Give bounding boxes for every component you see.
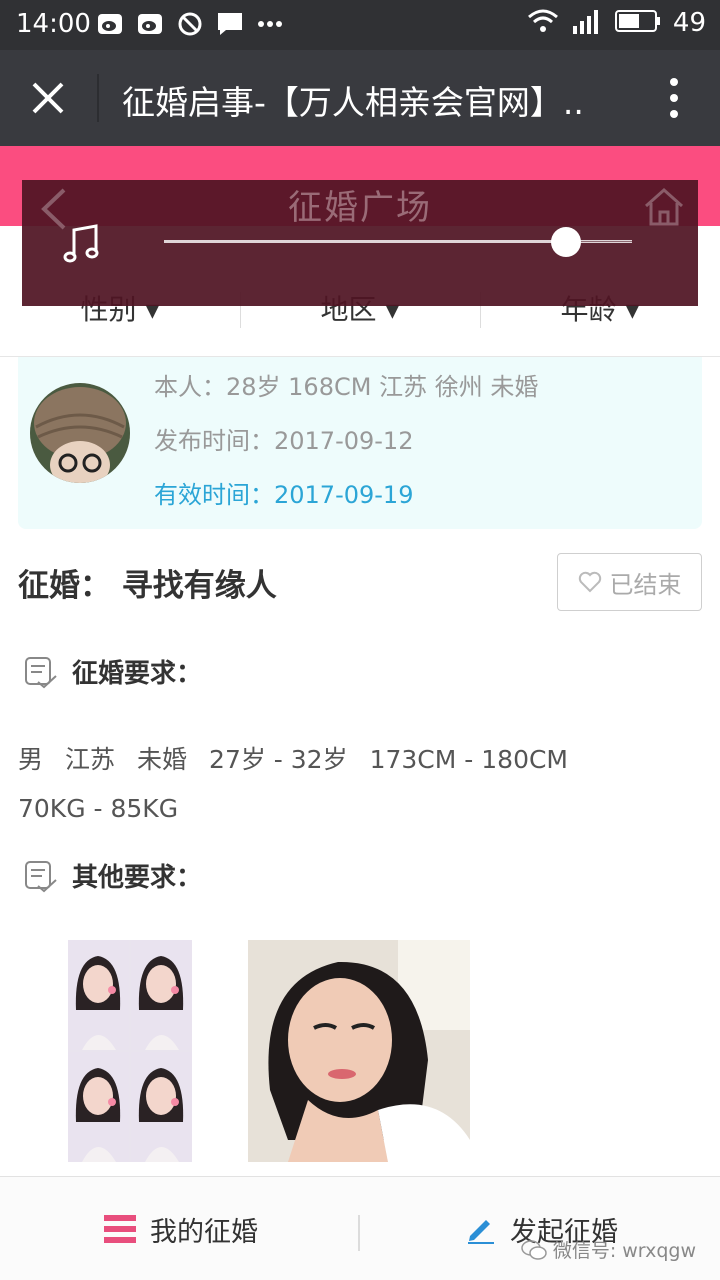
req-marital: 未婚 <box>137 745 188 774</box>
wechat-watermark: 微信号: wrxqgw <box>521 1236 696 1263</box>
document-check-icon <box>25 861 57 893</box>
audio-progress-knob[interactable] <box>551 227 582 257</box>
req-weight: 70KG - 85KG <box>18 794 179 823</box>
weibo-icon <box>136 10 164 38</box>
battery-level: 49 <box>672 8 706 38</box>
header-title: 征婚广场 <box>288 188 432 228</box>
music-player-overlay: 征婚广场 <box>22 180 698 306</box>
requirements-heading: 征婚要求： <box>24 652 202 690</box>
edit-icon <box>468 1220 494 1244</box>
photo-tile <box>68 940 129 1050</box>
menu-icon <box>104 1215 136 1243</box>
req-age: 27岁 - 32岁 <box>209 745 348 774</box>
notification-icons <box>96 10 284 38</box>
self-info: 本人：28岁 168CM 江苏 徐州 未婚 <box>154 373 539 401</box>
weibo-icon <box>96 10 124 38</box>
wechat-icon <box>521 1239 547 1260</box>
status-bar: 14:00 49 <box>0 0 720 50</box>
req-region: 江苏 <box>65 745 116 774</box>
close-icon <box>32 82 64 114</box>
valid-time: 有效时间：2017-09-19 <box>154 481 414 509</box>
page-title: 征婚启事-【万人相亲会官网】.. <box>122 83 584 122</box>
other-requirements-heading: 其他要求： <box>24 856 202 894</box>
photo-tile <box>68 1052 129 1162</box>
more-menu-button[interactable] <box>664 76 684 120</box>
requirements-title: 征婚要求： <box>72 658 203 689</box>
req-height: 173CM - 180CM <box>369 745 568 774</box>
other-requirements-title: 其他要求： <box>72 862 203 893</box>
publish-time: 发布时间：2017-09-12 <box>154 427 414 455</box>
requirements-line-1: 男江苏 未婚 27岁 - 32岁 173CM - 180CM <box>18 740 590 776</box>
photo-tile <box>131 940 192 1050</box>
heart-icon <box>578 571 601 593</box>
wifi-icon <box>527 8 559 38</box>
req-gender: 男 <box>18 745 44 774</box>
my-marriage-label: 我的征婚 <box>150 1216 258 1248</box>
photo-portrait[interactable] <box>248 940 470 1162</box>
music-note-icon[interactable] <box>60 222 104 266</box>
my-marriage-button[interactable]: 我的征婚 <box>104 1177 258 1280</box>
requirements-line-2: 70KG - 85KG <box>18 794 200 823</box>
post-headline: 征婚： 寻找有缘人 <box>18 568 277 604</box>
home-icon <box>645 187 683 226</box>
status-time: 14:00 <box>16 9 91 39</box>
close-button[interactable] <box>26 76 70 120</box>
title-divider <box>97 74 99 122</box>
avatar <box>30 383 130 483</box>
ended-status-button[interactable]: 已结束 <box>557 553 702 611</box>
dnd-icon <box>176 10 204 38</box>
home-button[interactable] <box>642 186 686 228</box>
signal-icon <box>571 8 603 38</box>
message-icon <box>216 10 244 38</box>
more-dots-icon <box>256 10 284 38</box>
start-marriage-button[interactable]: 发起征婚 <box>466 1177 618 1280</box>
profile-card: 本人：28岁 168CM 江苏 徐州 未婚 发布时间：2017-09-12 有效… <box>18 357 702 529</box>
more-vertical-icon <box>670 78 678 118</box>
nav-divider <box>358 1215 360 1251</box>
watermark-text: 微信号: wrxqgw <box>552 1240 696 1262</box>
battery-icon <box>614 9 661 37</box>
photo-tile <box>131 1052 192 1162</box>
webview-title-bar: 征婚启事-【万人相亲会官网】.. <box>0 50 720 146</box>
document-check-icon <box>25 657 57 689</box>
status-right: 49 <box>527 8 706 38</box>
photo-thumbnail-grid[interactable] <box>68 940 192 1162</box>
ended-status-label: 已结束 <box>609 570 682 599</box>
bottom-nav: 我的征婚 发起征婚 <box>0 1176 720 1280</box>
